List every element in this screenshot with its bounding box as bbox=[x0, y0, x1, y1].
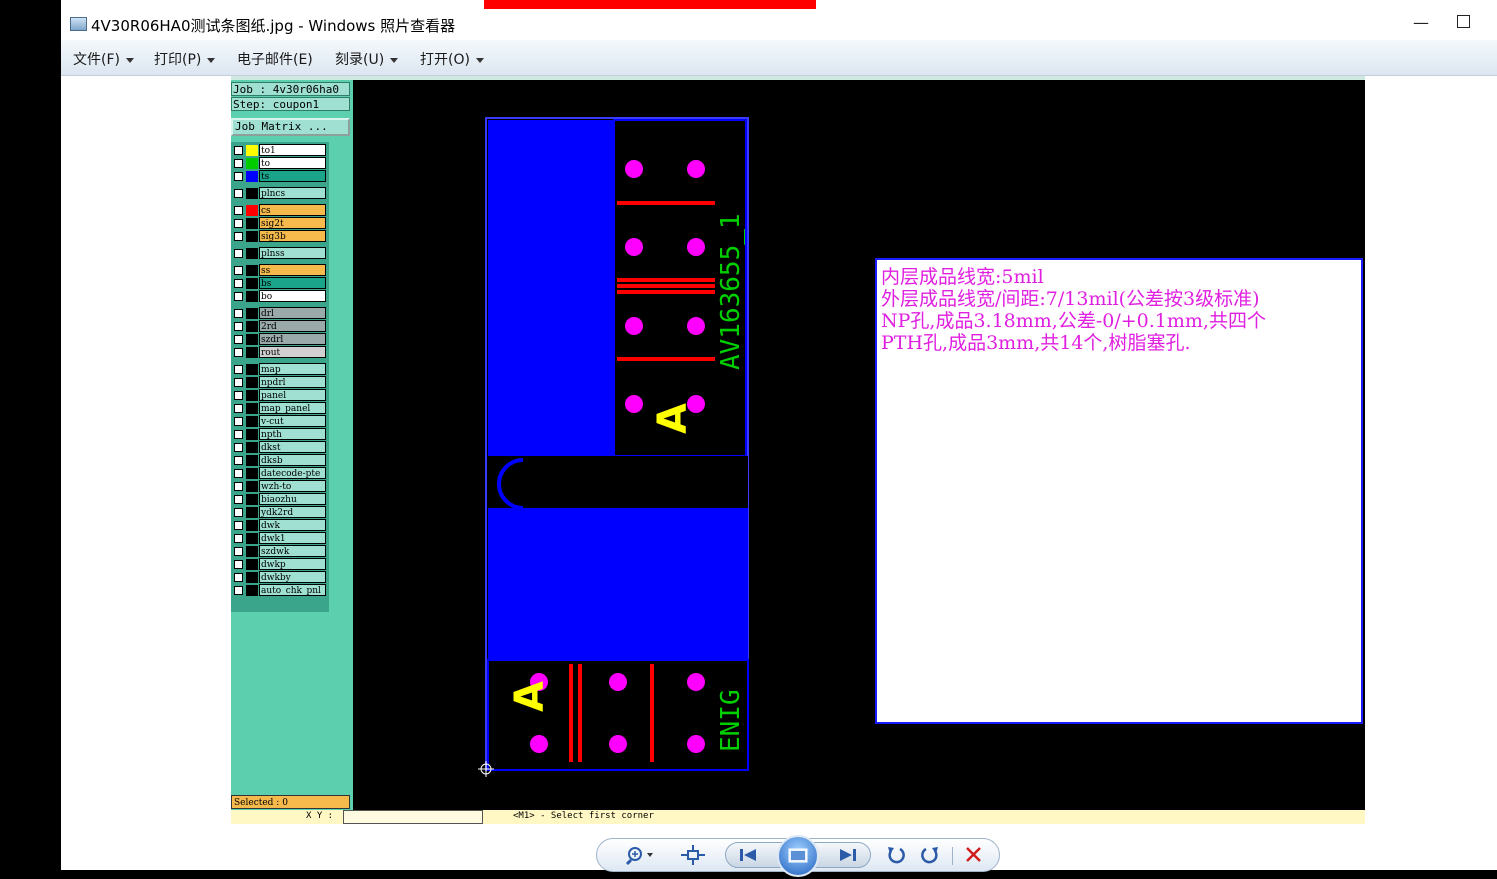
menu-file-label: 文件(F) bbox=[73, 52, 120, 68]
pad bbox=[687, 238, 705, 256]
magnifier-icon bbox=[625, 847, 653, 866]
menu-email-label: 电子邮件(E) bbox=[237, 52, 313, 68]
actual-size-button[interactable] bbox=[681, 845, 705, 865]
note-line-4: PTH孔,成品3mm,共14个,树脂塞孔. bbox=[881, 332, 1191, 354]
rotate-left-icon bbox=[888, 847, 905, 864]
menu-open-label: 打开(O) bbox=[420, 52, 470, 68]
next-button[interactable] bbox=[834, 845, 860, 865]
chevron-down-icon bbox=[125, 57, 134, 63]
pad bbox=[687, 160, 705, 178]
menu-file[interactable]: 文件(F) bbox=[73, 49, 134, 69]
pad bbox=[625, 238, 643, 256]
pad bbox=[609, 673, 627, 691]
delete-button[interactable] bbox=[963, 845, 985, 865]
note-line-2: 外层成品线宽/间距:7/13mil(公差按3级标准) bbox=[881, 288, 1260, 310]
skip-next-icon bbox=[840, 849, 856, 861]
pad bbox=[687, 673, 705, 691]
rotate-counterclockwise-button[interactable] bbox=[885, 845, 907, 865]
viewer-toolbar bbox=[596, 835, 1000, 877]
slideshow-icon bbox=[788, 848, 808, 863]
spec-note-box: 内层成品线宽:5mil 外层成品线宽/间距:7/13mil(公差按3级标准) N… bbox=[875, 258, 1363, 724]
delete-x-icon bbox=[966, 847, 981, 862]
menu-email[interactable]: 电子邮件(E) bbox=[237, 49, 313, 69]
pad bbox=[609, 735, 627, 753]
pad bbox=[530, 735, 548, 753]
cam-command-text: <M1> - Select first corner bbox=[513, 811, 654, 821]
coord-label: X Y : bbox=[306, 811, 334, 821]
pad bbox=[625, 317, 643, 335]
menu-print[interactable]: 打印(P) bbox=[154, 49, 216, 69]
silk-glyph-top: A bbox=[650, 403, 696, 434]
maximize-button[interactable] bbox=[1457, 15, 1470, 28]
silk-glyph-bottom: A bbox=[507, 681, 553, 712]
previous-button[interactable] bbox=[736, 845, 762, 865]
board-label-top: AV163655_1 bbox=[716, 213, 746, 370]
cam-status-strip: X Y : <M1> - Select first corner bbox=[231, 810, 1365, 824]
note-line-1: 内层成品线宽:5mil bbox=[881, 266, 1044, 288]
minimize-button[interactable]: — bbox=[1411, 13, 1431, 33]
coord-input bbox=[343, 810, 483, 824]
menu-print-label: 打印(P) bbox=[154, 52, 202, 68]
zoom-button[interactable] bbox=[623, 845, 657, 866]
active-indicator-bar bbox=[484, 0, 816, 9]
chevron-down-icon bbox=[207, 57, 216, 63]
rotate-right-icon bbox=[921, 847, 938, 864]
toolbar-divider bbox=[952, 847, 953, 865]
photo-canvas[interactable]: Job : 4v30r06ha0 Step: coupon1 Job Matri… bbox=[231, 76, 1365, 824]
pad bbox=[687, 735, 705, 753]
pad bbox=[625, 160, 643, 178]
slideshow-button[interactable] bbox=[777, 835, 819, 877]
chevron-down-icon bbox=[390, 57, 399, 63]
menu-burn[interactable]: 刻录(U) bbox=[335, 49, 399, 69]
pad bbox=[625, 395, 643, 413]
rotate-clockwise-button[interactable] bbox=[919, 845, 941, 865]
window-title: 4V30R06HA0测试条图纸.jpg - Windows 照片查看器 bbox=[91, 17, 456, 35]
menu-open[interactable]: 打开(O) bbox=[420, 49, 484, 69]
menu-bar: 文件(F) 打印(P) 电子邮件(E) 刻录(U) 打开(O) bbox=[61, 40, 1497, 76]
note-line-3: NP孔,成品3.18mm,公差-0/+0.1mm,共四个 bbox=[881, 310, 1266, 332]
board-label-bottom: ENIG bbox=[716, 689, 746, 752]
pad bbox=[687, 317, 705, 335]
slot-gap bbox=[488, 456, 748, 508]
photo-viewer-icon bbox=[70, 17, 87, 31]
skip-previous-icon bbox=[740, 849, 756, 861]
title-bar[interactable]: 4V30R06HA0测试条图纸.jpg - Windows 照片查看器 — bbox=[61, 9, 1497, 40]
menu-burn-label: 刻录(U) bbox=[335, 52, 385, 68]
fit-window-icon bbox=[681, 845, 705, 865]
copper-left-top bbox=[488, 120, 614, 456]
copper-middle bbox=[488, 508, 748, 660]
chevron-down-icon bbox=[475, 57, 484, 63]
